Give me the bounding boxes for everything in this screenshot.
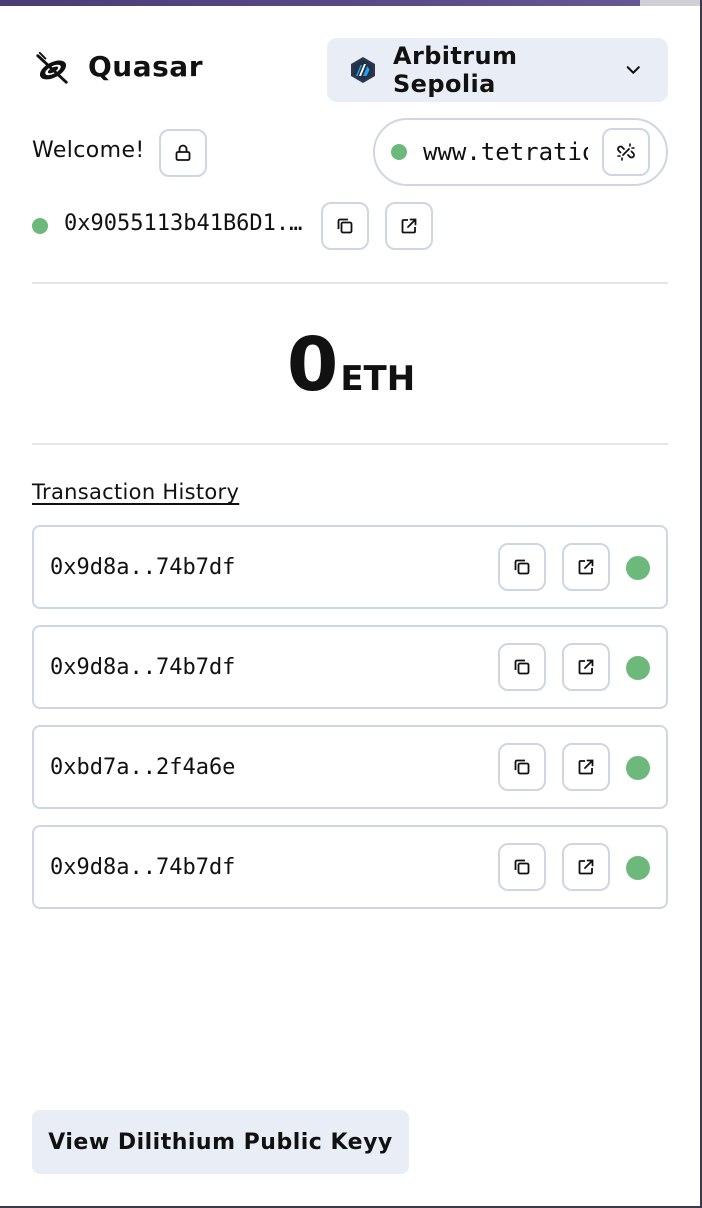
lock-icon: [175, 144, 191, 161]
account-status-dot: [32, 218, 48, 234]
copy-tx-hash-button[interactable]: [498, 543, 546, 591]
account-address: 0x9055113b41B6D1...: [64, 211, 309, 236]
transaction-status-dot: [626, 556, 650, 580]
open-tx-in-explorer-button[interactable]: [562, 843, 610, 891]
transaction-hash: 0x9d8a..74b7df: [50, 855, 236, 880]
transaction-row: 0x9d8a..74b7df: [32, 525, 668, 609]
copy-icon: [514, 659, 530, 675]
quasar-logo-icon: [36, 51, 68, 84]
balance-unit: ETH: [340, 359, 416, 399]
disconnect-site-button[interactable]: [602, 128, 650, 176]
transaction-status-dot: [626, 856, 650, 880]
open-in-explorer-button[interactable]: [385, 202, 433, 250]
unlink-icon: [617, 143, 635, 161]
divider: [32, 443, 668, 445]
transaction-status-dot: [626, 756, 650, 780]
chevron-down-icon: [627, 66, 641, 74]
external-link-icon: [578, 759, 594, 775]
transaction-row: 0x9d8a..74b7df: [32, 625, 668, 709]
external-link-icon: [578, 659, 594, 675]
wallet-popup: Quasar Arbitrum Sepolia Welcome! www.tet…: [0, 0, 702, 1208]
open-tx-in-explorer-button[interactable]: [562, 743, 610, 791]
transaction-hash: 0x9d8a..74b7df: [50, 555, 236, 580]
copy-tx-hash-button[interactable]: [498, 843, 546, 891]
transaction-hash: 0x9d8a..74b7df: [50, 655, 236, 680]
divider: [32, 282, 668, 284]
transaction-hash: 0xbd7a..2f4a6e: [50, 755, 236, 780]
arbitrum-icon: [351, 57, 375, 83]
brand-name: Quasar: [88, 50, 203, 83]
copy-icon: [514, 559, 530, 575]
open-tx-in-explorer-button[interactable]: [562, 643, 610, 691]
copy-icon: [514, 859, 530, 875]
transaction-row: 0xbd7a..2f4a6e: [32, 725, 668, 809]
transaction-history-link[interactable]: Transaction History: [32, 480, 239, 504]
copy-address-button[interactable]: [321, 202, 369, 250]
copy-tx-hash-button[interactable]: [498, 743, 546, 791]
external-link-icon: [578, 859, 594, 875]
copy-icon: [514, 759, 530, 775]
connected-site-url: www.tetratio: [423, 138, 588, 166]
external-link-icon: [401, 218, 417, 234]
transaction-status-dot: [626, 656, 650, 680]
lock-wallet-button[interactable]: [159, 129, 207, 177]
welcome-text: Welcome!: [32, 138, 145, 163]
balance-value: 0: [286, 322, 339, 408]
network-selector-button[interactable]: Arbitrum Sepolia: [327, 38, 668, 102]
view-public-key-button[interactable]: View Dilithium Public Keyy: [32, 1110, 409, 1174]
copy-icon: [337, 218, 353, 234]
window-top-bar: [0, 0, 700, 6]
network-label: Arbitrum Sepolia: [393, 42, 518, 98]
transaction-row: 0x9d8a..74b7df: [32, 825, 668, 909]
balance-display: 0ETH: [0, 322, 700, 408]
open-tx-in-explorer-button[interactable]: [562, 543, 610, 591]
external-link-icon: [578, 559, 594, 575]
site-status-dot: [391, 144, 407, 160]
copy-tx-hash-button[interactable]: [498, 643, 546, 691]
window-top-bar-end: [640, 0, 700, 6]
